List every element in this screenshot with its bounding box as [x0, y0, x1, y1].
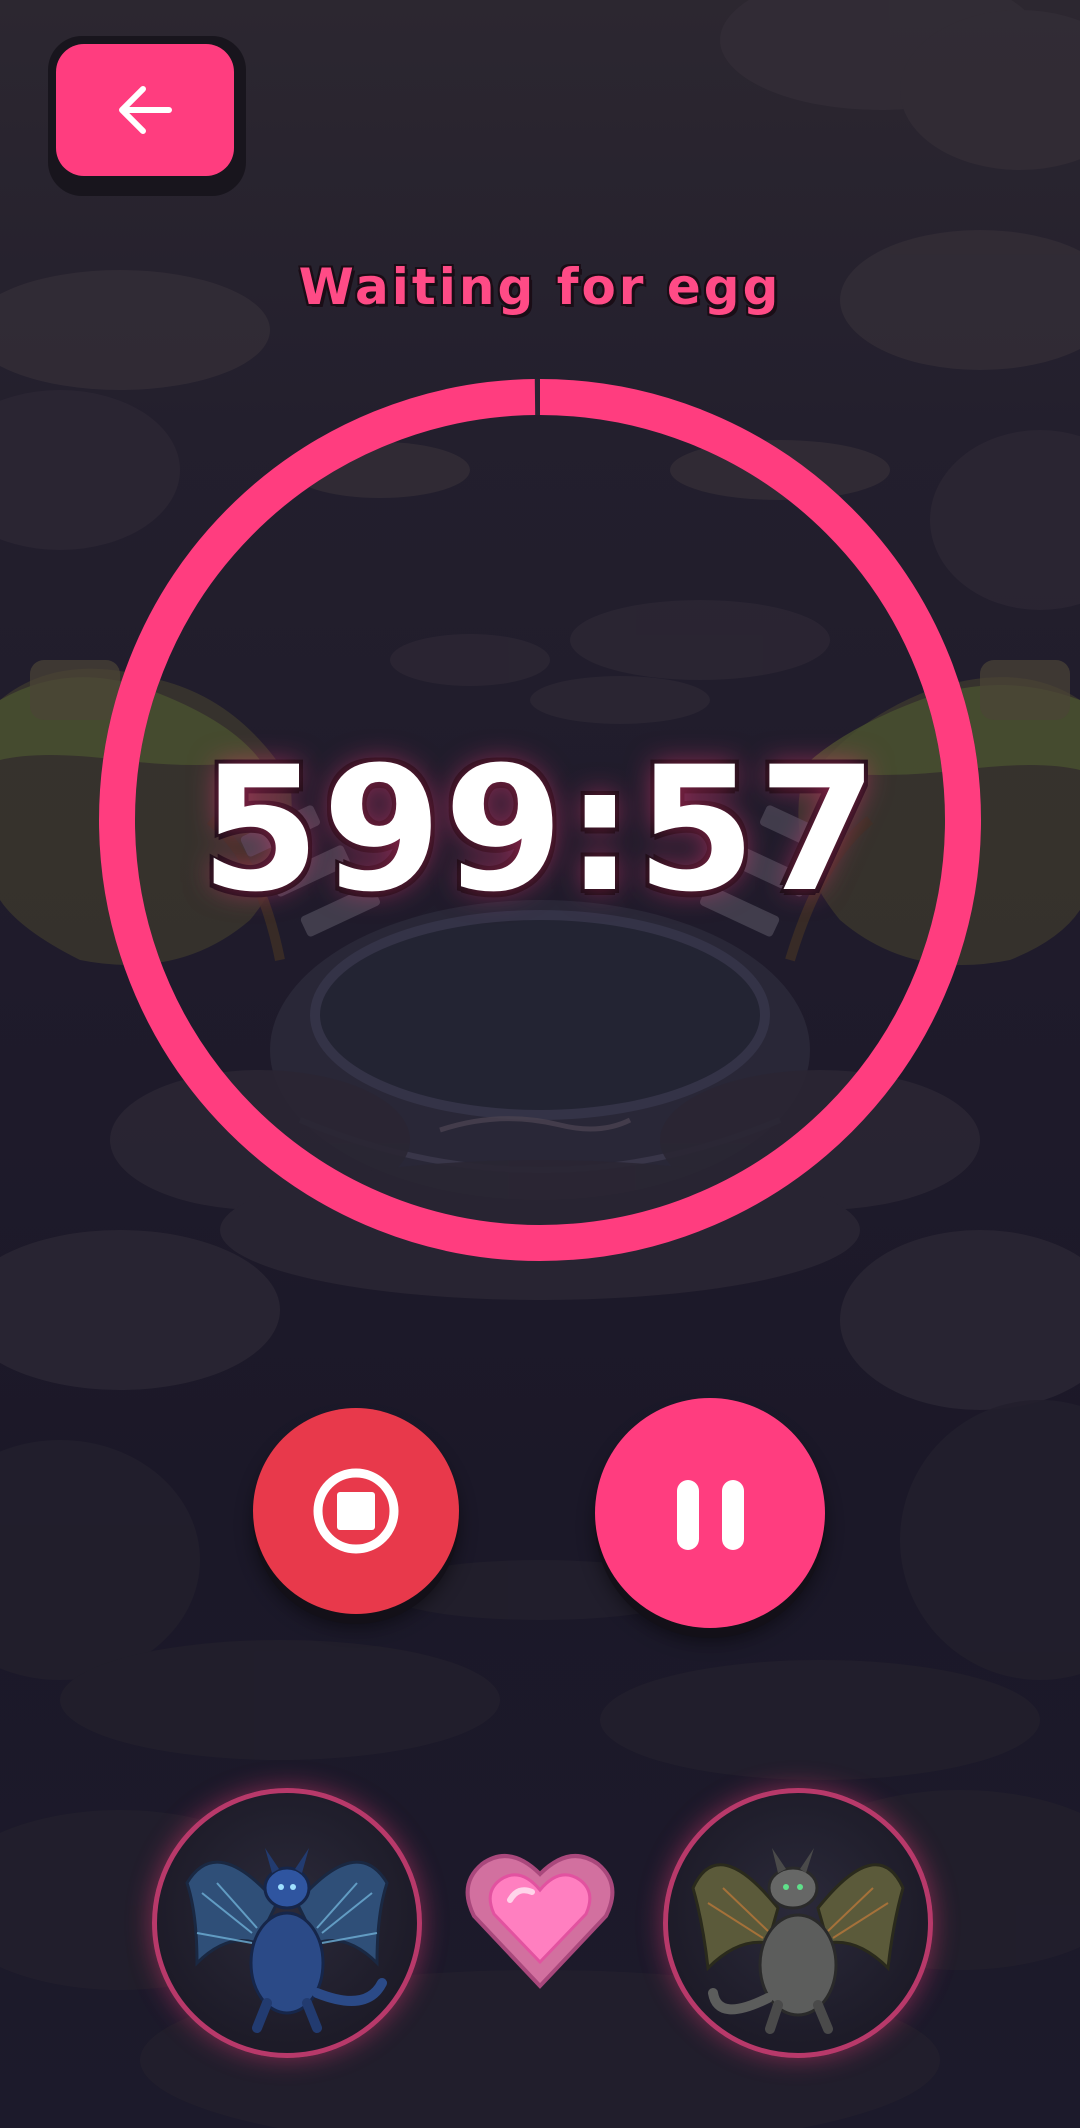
blue-dragon-avatar — [185, 1848, 389, 2033]
stop-icon — [313, 1468, 399, 1554]
parent-dragon-right[interactable] — [663, 1788, 933, 2058]
egg-timer-screen: Waiting for egg 599:57 — [0, 0, 1080, 2128]
stop-button[interactable] — [253, 1408, 459, 1614]
gray-dragon-avatar — [691, 1848, 905, 2034]
heart-gem-icon — [465, 1854, 615, 1989]
pause-button[interactable] — [595, 1398, 825, 1628]
pause-icon — [677, 1480, 744, 1550]
parent-dragon-left[interactable] — [152, 1788, 422, 2058]
timer-progress-ring — [99, 379, 981, 1261]
timer-display: 599:57 — [200, 729, 880, 930]
